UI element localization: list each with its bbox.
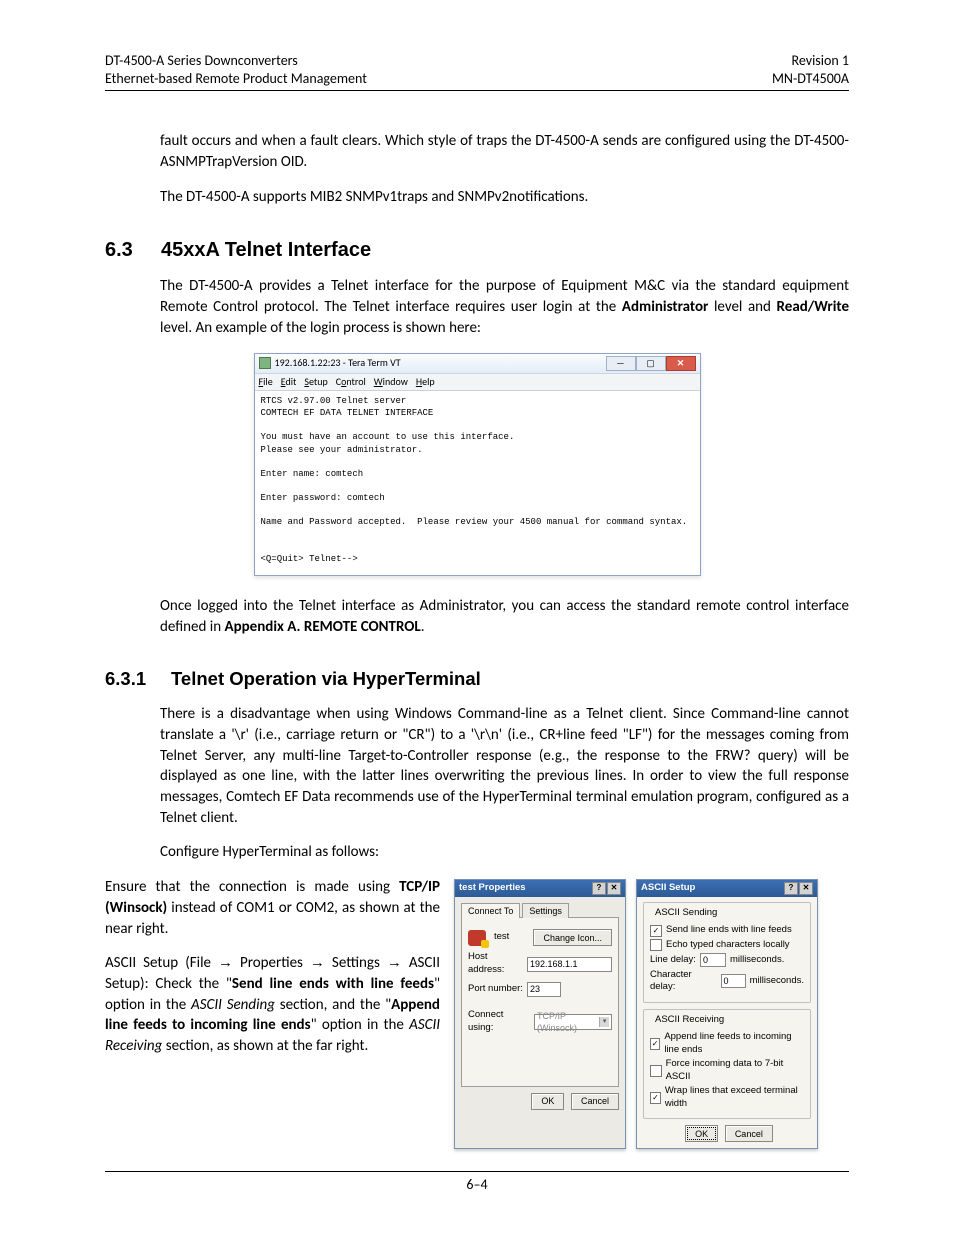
tera-term-window: 192.168.1.22:23 - Tera Term VT — ▢ ✕ Fil… bbox=[254, 353, 701, 576]
menu-file[interactable]: File bbox=[259, 375, 273, 389]
dialog-title: test Properties bbox=[459, 882, 526, 895]
connection-name: test bbox=[494, 931, 525, 944]
page-footer: 6–4 bbox=[105, 1171, 849, 1195]
menubar: File Edit Setup Control Window Help bbox=[255, 374, 700, 392]
minimize-button[interactable]: — bbox=[606, 356, 636, 371]
checkbox-icon bbox=[650, 939, 662, 951]
chk-force-7bit[interactable]: Force incoming data to 7-bit ASCII bbox=[650, 1058, 804, 1084]
maximize-button[interactable]: ▢ bbox=[636, 356, 666, 371]
group-ascii-receiving: ASCII Receiving Append line feeds to inc… bbox=[643, 1009, 811, 1120]
chevron-down-icon: ▾ bbox=[599, 1017, 609, 1027]
heading-6-3: 6.3 45xxA Telnet Interface bbox=[105, 237, 849, 264]
step-2: ASCII Setup (File → Properties → Setting… bbox=[105, 953, 440, 1056]
menu-setup[interactable]: Setup bbox=[304, 375, 327, 389]
window-title: 192.168.1.22:23 - Tera Term VT bbox=[275, 356, 401, 370]
dialog-ascii-setup: ASCII Setup ? ✕ ASCII Sending Send line … bbox=[636, 879, 818, 1149]
app-icon bbox=[259, 357, 271, 369]
help-button[interactable]: ? bbox=[592, 882, 606, 895]
port-number-input[interactable]: 23 bbox=[527, 982, 561, 997]
header-right: Revision 1 MN-DT4500A bbox=[772, 52, 849, 88]
char-delay-unit: milliseconds. bbox=[750, 975, 804, 988]
heading-number: 6.3 bbox=[105, 237, 143, 264]
group-title: ASCII Receiving bbox=[652, 1014, 727, 1027]
cancel-button[interactable]: Cancel bbox=[725, 1125, 773, 1142]
heading-number: 6.3.1 bbox=[105, 667, 153, 692]
change-icon-button[interactable]: Change Icon... bbox=[533, 929, 612, 946]
heading-title: Telnet Operation via HyperTerminal bbox=[171, 667, 481, 692]
header-left: DT-4500-A Series Downconverters Ethernet… bbox=[105, 52, 367, 88]
line-delay-input[interactable]: 0 bbox=[700, 953, 726, 967]
dialog-title: ASCII Setup bbox=[641, 882, 695, 895]
tab-settings[interactable]: Settings bbox=[522, 903, 569, 918]
chk-append-line-feeds[interactable]: Append line feeds to incoming line ends bbox=[650, 1031, 804, 1057]
ok-button[interactable]: OK bbox=[685, 1125, 718, 1142]
para-fault-trap: fault occurs and when a fault clears. Wh… bbox=[160, 131, 849, 172]
connect-using-combo[interactable]: TCP/IP (Winsock) ▾ bbox=[534, 1014, 612, 1030]
para-mib2: The DT-4500-A supports MIB2 SNMPv1traps … bbox=[160, 187, 849, 208]
chk-wrap-lines[interactable]: Wrap lines that exceed terminal width bbox=[650, 1085, 804, 1111]
checkbox-icon bbox=[650, 1092, 661, 1104]
step-1: Ensure that the connection is made using… bbox=[105, 877, 440, 939]
help-button[interactable]: ? bbox=[784, 882, 798, 895]
menu-help[interactable]: Help bbox=[416, 375, 435, 389]
heading-title: 45xxA Telnet Interface bbox=[161, 237, 371, 264]
port-number-label: Port number: bbox=[468, 983, 523, 996]
arrow-icon: → bbox=[387, 954, 402, 971]
para-after-login: Once logged into the Telnet interface as… bbox=[160, 596, 849, 637]
host-address-input[interactable]: 192.168.1.1 bbox=[527, 957, 612, 972]
host-address-label: Host address: bbox=[468, 951, 523, 977]
menu-control[interactable]: Control bbox=[336, 375, 366, 389]
para-disadvantage: There is a disadvantage when using Windo… bbox=[160, 704, 849, 828]
menu-window[interactable]: Window bbox=[374, 375, 408, 389]
checkbox-icon bbox=[650, 925, 662, 937]
connection-icon bbox=[468, 930, 486, 946]
close-button[interactable]: ✕ bbox=[607, 882, 621, 895]
ok-button[interactable]: OK bbox=[531, 1093, 564, 1110]
close-button[interactable]: ✕ bbox=[799, 882, 813, 895]
connect-using-label: Connect using: bbox=[468, 1009, 530, 1035]
line-delay-label: Line delay: bbox=[650, 954, 696, 967]
group-ascii-sending: ASCII Sending Send line ends with line f… bbox=[643, 902, 811, 1003]
titlebar: 192.168.1.22:23 - Tera Term VT — ▢ ✕ bbox=[255, 354, 700, 374]
dialog-test-properties: test Properties ? ✕ Connect To Settings bbox=[454, 879, 626, 1149]
tab-connect-to[interactable]: Connect To bbox=[461, 903, 520, 918]
group-title: ASCII Sending bbox=[652, 907, 720, 920]
running-header: DT-4500-A Series Downconverters Ethernet… bbox=[105, 52, 849, 91]
arrow-icon: → bbox=[218, 954, 233, 971]
chk-send-line-ends[interactable]: Send line ends with line feeds bbox=[650, 924, 804, 937]
close-button[interactable]: ✕ bbox=[666, 356, 696, 371]
para-configure: Configure HyperTerminal as follows: bbox=[160, 842, 849, 863]
cancel-button[interactable]: Cancel bbox=[571, 1093, 619, 1110]
checkbox-icon bbox=[650, 1038, 660, 1050]
menu-edit[interactable]: Edit bbox=[281, 375, 297, 389]
arrow-icon: → bbox=[310, 954, 325, 971]
heading-6-3-1: 6.3.1 Telnet Operation via HyperTerminal bbox=[105, 667, 849, 692]
char-delay-input[interactable]: 0 bbox=[721, 974, 746, 988]
char-delay-label: Character delay: bbox=[650, 969, 717, 995]
checkbox-icon bbox=[650, 1065, 662, 1077]
line-delay-unit: milliseconds. bbox=[730, 954, 784, 967]
terminal-output[interactable]: RTCS v2.97.00 Telnet server COMTECH EF D… bbox=[255, 391, 700, 575]
chk-echo-locally[interactable]: Echo typed characters locally bbox=[650, 939, 804, 952]
para-telnet-intro: The DT-4500-A provides a Telnet interfac… bbox=[160, 276, 849, 338]
